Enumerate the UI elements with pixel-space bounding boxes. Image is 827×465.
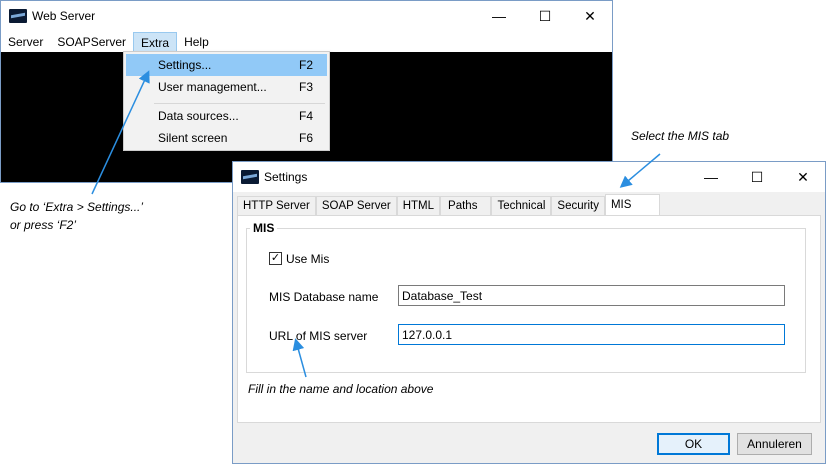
- url-label: URL of MIS server: [269, 329, 368, 343]
- close-button[interactable]: ✕: [780, 162, 826, 192]
- menu-item-data-sources[interactable]: Data sources... F4: [126, 105, 327, 127]
- cancel-button[interactable]: Annuleren: [737, 433, 812, 455]
- menu-item-user-management[interactable]: User management... F3: [126, 76, 327, 98]
- menu-bar: Server SOAPServer Extra Help: [1, 32, 612, 52]
- menu-item-shortcut: F3: [299, 80, 314, 94]
- url-input[interactable]: 127.0.0.1: [398, 324, 785, 345]
- menu-item-shortcut: F6: [299, 131, 314, 145]
- window-title: Web Server: [32, 9, 96, 23]
- minimize-button[interactable]: —: [688, 162, 734, 192]
- use-mis-checkbox[interactable]: ✓: [269, 252, 282, 265]
- close-button[interactable]: ✕: [567, 1, 613, 31]
- mis-group: MIS ✓ Use Mis MIS Database name Database…: [246, 221, 806, 373]
- tab-mis[interactable]: MIS: [604, 194, 661, 216]
- minimize-button[interactable]: —: [476, 1, 522, 31]
- use-mis-label: Use Mis: [286, 252, 330, 266]
- settings-window: Settings — ☐ ✕ HTTP Server SOAP Server H…: [232, 161, 826, 464]
- menu-item-shortcut: F4: [299, 109, 314, 123]
- tab-paths[interactable]: Paths: [440, 196, 492, 216]
- extra-dropdown-menu: Settings... F2 User management... F3 Dat…: [123, 51, 330, 151]
- fill-in-note: Fill in the name and location above: [248, 382, 434, 396]
- tab-strip: HTTP Server SOAP Server HTML Paths Techn…: [237, 194, 661, 216]
- maximize-button[interactable]: ☐: [522, 1, 568, 31]
- tab-http-server[interactable]: HTTP Server: [237, 196, 316, 216]
- goto-note-line2: or press ‘F2’: [10, 218, 77, 232]
- menu-server[interactable]: Server: [1, 32, 50, 52]
- menu-separator: [154, 103, 325, 104]
- app-icon: [9, 9, 27, 23]
- group-title: MIS: [250, 221, 278, 235]
- title-bar: Web Server — ☐ ✕: [1, 1, 612, 31]
- goto-note-line1: Go to ‘Extra > Settings...’: [10, 200, 144, 214]
- tab-soap-server[interactable]: SOAP Server: [315, 196, 397, 216]
- maximize-button[interactable]: ☐: [734, 162, 780, 192]
- menu-soapserver[interactable]: SOAPServer: [50, 32, 133, 52]
- tab-technical[interactable]: Technical: [491, 196, 552, 216]
- app-icon: [241, 170, 259, 184]
- window-title: Settings: [264, 170, 308, 184]
- db-name-input[interactable]: Database_Test: [398, 285, 785, 306]
- menu-item-settings[interactable]: Settings... F2: [126, 54, 327, 76]
- menu-item-shortcut: F2: [299, 58, 314, 72]
- select-tab-note: Select the MIS tab: [631, 129, 730, 143]
- menu-item-label: Silent screen: [158, 131, 228, 145]
- menu-item-silent-screen[interactable]: Silent screen F6: [126, 127, 327, 149]
- ok-button[interactable]: OK: [657, 433, 730, 455]
- title-bar: Settings — ☐ ✕: [233, 162, 825, 192]
- menu-item-label: Data sources...: [158, 109, 239, 123]
- menu-help[interactable]: Help: [177, 32, 216, 52]
- menu-item-label: User management...: [158, 80, 267, 94]
- db-name-label: MIS Database name: [269, 290, 379, 304]
- menu-item-label: Settings...: [158, 58, 212, 72]
- tab-security[interactable]: Security: [551, 196, 605, 216]
- menu-extra[interactable]: Extra: [133, 32, 178, 52]
- tab-html[interactable]: HTML: [396, 196, 441, 216]
